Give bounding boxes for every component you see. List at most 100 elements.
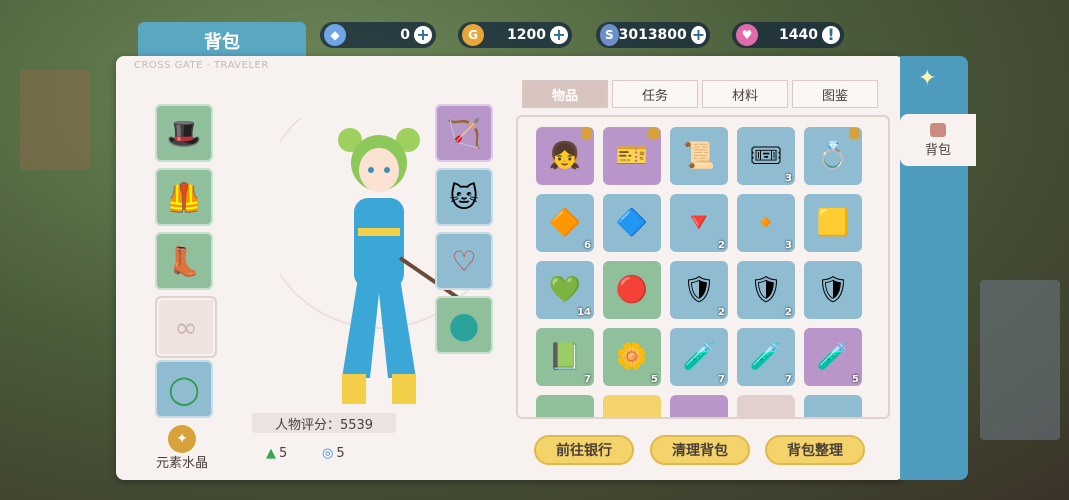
currency-diamond: ◆ 0 + (320, 22, 436, 48)
item-quantity: 2 (718, 307, 725, 318)
item-icon: 👧 (548, 141, 582, 171)
inventory-item[interactable]: 🎟 3 (737, 127, 795, 185)
side-tab-bag[interactable]: 背包 (900, 114, 976, 166)
item-icon: 📜 (682, 141, 716, 171)
lock-icon (648, 128, 659, 139)
currency-value: 3013800 (618, 27, 687, 43)
inventory-item[interactable]: 📗 7 (536, 328, 594, 386)
item-icon: 🟨 (816, 208, 850, 238)
inventory-item[interactable]: 🧪 5 (804, 328, 862, 386)
item-icon: 🎫 (615, 141, 649, 171)
stat-spirit: ◎ 5 (322, 446, 345, 461)
side-tab-label: 背包 (924, 142, 951, 158)
currency-heart: ♥ 1440 ! (732, 22, 844, 48)
diamond-icon: ◆ (324, 24, 346, 46)
inventory-item[interactable]: 🌼 5 (603, 328, 661, 386)
item-quantity: 3 (785, 173, 792, 184)
inventory-item[interactable] (536, 395, 594, 417)
bag-icon (930, 122, 946, 137)
item-icon: 🔴 (615, 275, 649, 305)
hat-icon: 🎩 (166, 116, 202, 150)
inventory-item[interactable] (737, 395, 795, 417)
inventory-item[interactable]: 💚 14 (536, 261, 594, 319)
stat-value: 5 (279, 446, 288, 461)
add-currency-button[interactable]: + (690, 26, 706, 44)
item-icon: 💍 (816, 141, 850, 171)
inventory-item[interactable]: 🔴 (603, 261, 661, 319)
pet-icon: 🐱 (449, 180, 479, 214)
equip-slot-hat[interactable]: 🎩 (155, 104, 213, 162)
info-button[interactable]: ! (822, 26, 840, 44)
add-currency-button[interactable]: + (550, 26, 568, 44)
inventory-item[interactable]: 👧 (536, 127, 594, 185)
clear-bag-button[interactable]: 清理背包 (650, 435, 750, 465)
inventory-item[interactable]: 🛡 2 (670, 261, 728, 319)
item-quantity: 3 (785, 240, 792, 251)
item-quantity: 7 (785, 374, 792, 385)
brand-text: CROSS GATE · TRAVELER (134, 60, 269, 71)
item-icon: 💚 (548, 275, 582, 305)
inventory-item[interactable]: 🔶 6 (536, 194, 594, 252)
go-to-bank-button[interactable]: 前往银行 (534, 435, 634, 465)
gold-coin-icon: G (462, 24, 484, 46)
element-crystal-icon[interactable]: ✦ (168, 425, 196, 453)
inventory-item[interactable]: 💍 (804, 127, 862, 185)
equip-slot-armor[interactable]: 🦺 (155, 168, 213, 226)
element-crystal-label[interactable]: 元素水晶 (156, 452, 208, 471)
item-icon: 🔷 (615, 208, 649, 238)
currency-silver: S 3013800 + (596, 22, 710, 48)
inventory-item[interactable]: 📜 (670, 127, 728, 185)
inventory-item[interactable]: 🟨 (804, 194, 862, 252)
inventory-item[interactable] (670, 395, 728, 417)
tab-materials[interactable]: 材料 (702, 80, 788, 108)
tab-items[interactable]: 物品 (522, 80, 608, 108)
sort-bag-button[interactable]: 背包整理 (765, 435, 865, 465)
item-quantity: 5 (852, 374, 859, 385)
character-score: 人物评分：5539 (252, 413, 396, 433)
boots-icon: 👢 (166, 244, 202, 278)
inventory-item[interactable]: 🧪 7 (670, 328, 728, 386)
lock-icon (849, 128, 860, 139)
silver-coin-icon: S (600, 24, 619, 46)
item-grid[interactable]: 👧 🎫 📜 🎟 3 💍 🔶 6 🔷 🔻 2 🔸 3 🟨 💚 14 🔴 🛡 2 🛡 2 🛡 📗 7 🌼 5 🧪 7 🧪 7 🧪 5 (516, 115, 890, 419)
currency-value: 1440 (779, 27, 818, 43)
item-icon: 🔶 (548, 208, 582, 238)
item-quantity: 2 (718, 240, 725, 251)
equip-slot-ring[interactable]: ◯ (155, 360, 213, 418)
inventory-item[interactable]: 🧪 7 (737, 328, 795, 386)
equip-slot-weapon[interactable]: 🏹 (435, 104, 493, 162)
item-quantity: 14 (577, 307, 591, 318)
accessory-icon: ∞ (174, 310, 198, 344)
equip-slot-boots[interactable]: 👢 (155, 232, 213, 290)
inventory-item[interactable]: 🛡 (804, 261, 862, 319)
item-quantity: 7 (718, 374, 725, 385)
inventory-item[interactable]: 🔸 3 (737, 194, 795, 252)
tab-codex[interactable]: 图鉴 (792, 80, 878, 108)
item-quantity: 6 (584, 240, 591, 251)
inventory-item[interactable]: 🛡 2 (737, 261, 795, 319)
close-star-icon[interactable]: ✦ (918, 66, 936, 91)
inventory-item[interactable]: 🔷 (603, 194, 661, 252)
stat-value: 5 (336, 446, 345, 461)
inventory-item[interactable]: 🔻 2 (670, 194, 728, 252)
tab-quests[interactable]: 任务 (612, 80, 698, 108)
item-quantity: 2 (785, 307, 792, 318)
inventory-item[interactable] (804, 395, 862, 417)
equip-slot-pet[interactable]: 🐱 (435, 168, 493, 226)
armor-icon: 🦺 (166, 180, 202, 214)
equip-slot-orb[interactable]: ● (435, 296, 493, 354)
inventory-item[interactable] (603, 395, 661, 417)
necklace-icon: ♡ (451, 244, 477, 278)
ring-icon: ◯ (168, 372, 200, 406)
item-icon: 🛡 (749, 275, 783, 305)
equip-slot-accessory[interactable]: ∞ (155, 296, 217, 358)
item-icon: 🧪 (816, 342, 850, 372)
currency-value: 1200 (507, 27, 546, 43)
add-currency-button[interactable]: + (414, 26, 432, 44)
inventory-tabs: 物品 任务 材料 图鉴 (522, 80, 880, 110)
swirl-icon: ◎ (322, 446, 334, 461)
inventory-item[interactable]: 🎫 (603, 127, 661, 185)
item-icon: 🔸 (749, 208, 783, 238)
lock-icon (581, 128, 592, 139)
equip-slot-necklace[interactable]: ♡ (435, 232, 493, 290)
